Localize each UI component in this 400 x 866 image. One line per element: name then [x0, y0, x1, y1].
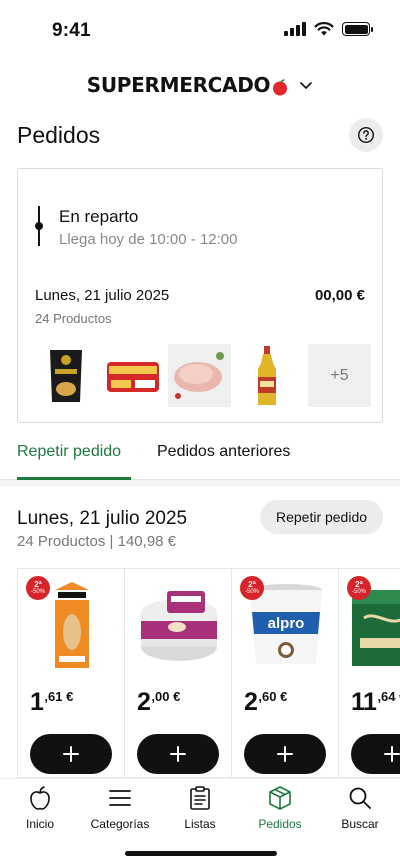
tab-repeat-order[interactable]: Repetir pedido — [17, 443, 121, 461]
tab-previous-orders[interactable]: Pedidos anteriores — [157, 443, 290, 461]
nav-item-pedidos[interactable]: Pedidos — [240, 785, 320, 831]
chips-bag-thumbnail — [34, 344, 97, 407]
pork-loin-thumbnail — [168, 344, 231, 407]
product-carousel[interactable]: 2ª -50% 1,61 € 2 ,00 € 2ª -50% alpro 2 ,… — [17, 568, 400, 778]
product-card[interactable]: 2,00 € — [124, 568, 231, 778]
wifi-icon — [314, 22, 334, 36]
timeline-icon — [35, 206, 43, 246]
svg-text:alpro: alpro — [267, 615, 304, 632]
canned-tuna-thumbnail — [101, 344, 164, 407]
status-icons — [284, 22, 373, 36]
apple-icon — [30, 786, 50, 810]
chevron-down-icon — [300, 82, 313, 89]
status-time: 9:41 — [52, 20, 91, 41]
add-to-cart-button[interactable] — [244, 734, 326, 774]
plus-icon — [384, 746, 400, 762]
product-card[interactable]: 2ª -50% alpro 2,60 € — [231, 568, 338, 778]
brand-name: SUPERMERCADO — [86, 73, 271, 97]
box-icon — [269, 786, 291, 810]
nav-label-inicio: Inicio — [25, 817, 54, 831]
hummus-image — [135, 577, 222, 672]
nav-item-categorias[interactable]: Categorías — [80, 785, 160, 831]
nav-label-listas: Listas — [184, 817, 216, 831]
plus-icon — [170, 746, 186, 762]
product-card[interactable]: 2ª-50% 11,64 € — [338, 568, 400, 778]
add-to-cart-button[interactable] — [351, 734, 400, 774]
nav-label-buscar: Buscar — [341, 817, 379, 831]
order-total: 00,00 € — [314, 287, 365, 304]
status-bar: 9:41 — [0, 0, 400, 60]
order-product-count: 24 Productos — [35, 311, 112, 326]
nav-item-buscar[interactable]: Buscar — [320, 785, 400, 831]
order-thumbnails: +5 — [34, 344, 371, 407]
more-products-indicator[interactable]: +5 — [308, 344, 371, 407]
promo-badge: 2ª -50% — [26, 576, 50, 600]
nav-label-pedidos: Pedidos — [258, 817, 302, 831]
delivery-window: Llega hoy de 10:00 - 12:00 — [59, 231, 238, 248]
product-price: 2,60 € — [244, 688, 288, 716]
nav-item-listas[interactable]: Listas — [160, 785, 240, 831]
promo-badge: 2ª -50% — [347, 576, 371, 600]
plus-icon — [277, 746, 293, 762]
order-date: Lunes, 21 julio 2025 — [35, 287, 170, 304]
plus-icon — [63, 746, 79, 762]
menu-icon — [109, 790, 131, 806]
order-status: En reparto — [59, 207, 139, 226]
add-to-cart-button[interactable] — [30, 734, 112, 774]
search-icon — [349, 787, 371, 809]
orders-tabs: Repetir pedido Pedidos anteriores — [0, 438, 400, 480]
add-to-cart-button[interactable] — [137, 734, 219, 774]
brand-selector[interactable]: SUPERMERCADO — [0, 68, 400, 102]
product-price: 1,61 € — [30, 688, 74, 716]
question-icon — [357, 126, 375, 144]
clipboard-icon — [190, 786, 210, 810]
repeat-order-date: Lunes, 21 julio 2025 — [17, 508, 188, 529]
current-order-card[interactable]: En reparto Llega hoy de 10:00 - 12:00 Lu… — [17, 168, 383, 423]
olive-oil-thumbnail — [235, 344, 298, 407]
signal-icon — [284, 22, 306, 36]
home-indicator[interactable] — [125, 851, 277, 856]
product-card[interactable]: 2ª -50% 1,61 € — [17, 568, 124, 778]
apple-logo-icon — [273, 79, 288, 96]
product-price: 11,64 € — [351, 688, 400, 716]
section-divider — [0, 480, 400, 486]
promo-badge: 2ª -50% — [240, 576, 264, 600]
battery-icon — [342, 22, 373, 36]
help-button[interactable] — [349, 118, 383, 152]
repeat-order-button[interactable]: Repetir pedido — [260, 500, 383, 534]
nav-label-categorias: Categorías — [90, 817, 150, 831]
page-title: Pedidos — [17, 122, 101, 148]
nav-item-inicio[interactable]: Inicio — [0, 785, 80, 831]
repeat-order-meta: 24 Productos | 140,98 € — [17, 533, 177, 550]
product-price: 2,00 € — [137, 688, 181, 716]
